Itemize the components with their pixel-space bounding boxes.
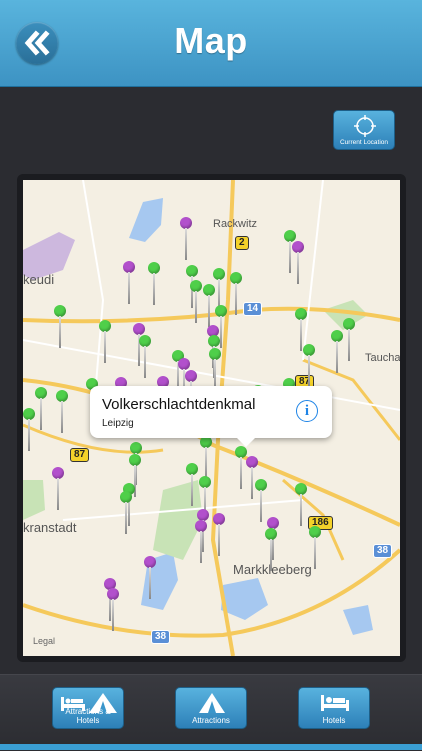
page-title: Map [174, 20, 248, 61]
road-shield-14: 14 [243, 302, 263, 316]
map-pin[interactable] [230, 272, 242, 317]
map-pin[interactable] [123, 261, 135, 306]
callout-title: Volkerschlachtdenkmal [102, 396, 256, 413]
map-pin[interactable] [292, 241, 304, 286]
callout-subtitle: Leipzig [102, 418, 134, 429]
map-pin[interactable] [190, 280, 202, 325]
map-pin[interactable] [255, 479, 267, 524]
map-pin[interactable] [303, 344, 315, 389]
road-shield-38-east: 38 [373, 544, 393, 558]
road-shield-2: 2 [235, 236, 249, 250]
attractions-label: Attractions [192, 716, 230, 725]
bed-icon [321, 695, 349, 711]
crosshair-icon [354, 115, 376, 137]
map-pin[interactable] [203, 284, 215, 329]
place-label-keudi: keudi [23, 272, 55, 287]
map-pin[interactable] [331, 330, 343, 375]
map-pin[interactable] [107, 588, 119, 633]
legal-link[interactable]: Legal [33, 636, 55, 646]
hotels-button[interactable]: Hotels [298, 687, 370, 729]
bottom-toolbar: Attractions & Hotels Attractions Hotels [0, 674, 422, 751]
map-pin[interactable] [213, 513, 225, 558]
callout-tail [236, 437, 256, 447]
map-pin[interactable] [99, 320, 111, 365]
road-shield-87-west: 87 [70, 448, 90, 462]
map-pin[interactable] [120, 491, 132, 536]
map-pin[interactable] [35, 387, 47, 432]
map-callout[interactable]: Volkerschlachtdenkmal Leipzig i [90, 386, 332, 447]
hotels-label: Hotels [322, 716, 346, 725]
current-location-button[interactable]: Current Location [333, 110, 395, 150]
map-pin[interactable] [23, 408, 35, 453]
attractions-hotels-label: Attractions & Hotels [65, 707, 111, 725]
attractions-hotels-button[interactable]: Attractions & Hotels [52, 687, 124, 729]
map-pin[interactable] [139, 335, 151, 380]
map-pin[interactable] [309, 526, 321, 571]
info-icon[interactable]: i [296, 400, 318, 422]
place-label-kranstadt: kranstadt [23, 520, 77, 535]
map-pin[interactable] [343, 318, 355, 363]
map-pin[interactable] [186, 463, 198, 508]
map-pin[interactable] [295, 483, 307, 528]
road-shield-38-south: 38 [151, 630, 171, 644]
place-label-taucha: Taucha [365, 352, 400, 364]
map-pin[interactable] [200, 436, 212, 481]
map-view[interactable]: Rackwitz Taucha Markkleeberg kranstadt k… [23, 180, 400, 656]
bottom-strip [0, 744, 422, 750]
place-label-rackwitz: Rackwitz [213, 218, 258, 230]
map-pin[interactable] [52, 467, 64, 512]
attractions-button[interactable]: Attractions [175, 687, 247, 729]
map-pin[interactable] [54, 305, 66, 350]
map-pin[interactable] [265, 528, 277, 573]
map-pin[interactable] [148, 262, 160, 307]
tent-icon [199, 693, 225, 713]
map-pin[interactable] [144, 556, 156, 601]
current-location-label: Current Location [339, 139, 389, 146]
map-pin[interactable] [195, 520, 207, 565]
header: Map [0, 0, 422, 87]
map-pin[interactable] [56, 390, 68, 435]
map-pin[interactable] [180, 217, 192, 262]
